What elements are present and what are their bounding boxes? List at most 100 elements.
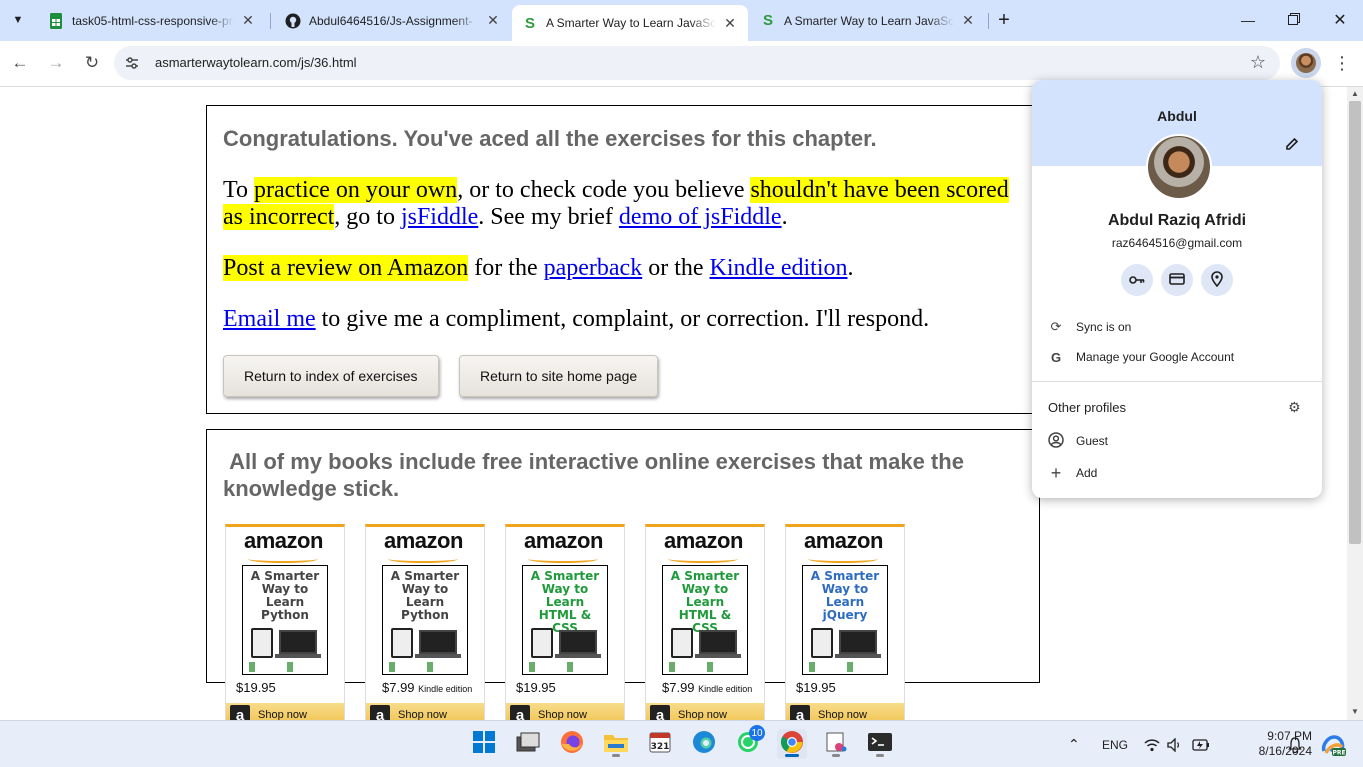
gear-icon[interactable]: ⚙	[1288, 399, 1301, 416]
devices-icon	[391, 626, 461, 660]
book-cover[interactable]: A Smarter Way to Learn Python	[382, 565, 468, 675]
book-cover[interactable]: A Smarter Way to Learn jQuery	[802, 565, 888, 675]
close-icon[interactable]: ✕	[722, 15, 738, 32]
scrollbar-thumb[interactable]	[1349, 101, 1361, 544]
profile-avatar-button[interactable]	[1291, 48, 1321, 78]
sync-row[interactable]: ⟳ Sync is on	[1032, 312, 1322, 342]
back-button[interactable]: ←	[6, 49, 34, 77]
tray-overflow-button[interactable]: ⌃	[1068, 721, 1080, 767]
text: , go to	[334, 204, 401, 230]
tab-smarter-way[interactable]: S A Smarter Way to Learn JavaScr ✕	[750, 6, 986, 35]
amazon-icon: a	[650, 705, 670, 720]
guest-profile-row[interactable]: Guest	[1032, 426, 1322, 456]
book-title: A Smarter Way to Learn Python	[390, 569, 460, 622]
copilot-icon[interactable]: PRE	[1320, 721, 1346, 767]
scroll-up-icon[interactable]: ▲	[1350, 89, 1360, 98]
battery-icon[interactable]	[1192, 721, 1210, 767]
calendar-app-button[interactable]: 321	[645, 729, 675, 759]
jsfiddle-link[interactable]: jsFiddle	[401, 204, 478, 230]
snipping-tool-button[interactable]	[821, 729, 851, 759]
browser-menu-button[interactable]: ⋮	[1330, 49, 1354, 77]
wifi-icon[interactable]	[1144, 721, 1160, 767]
tab-search-button[interactable]: ▼	[6, 8, 30, 32]
amazon-logo: amazon	[524, 528, 603, 553]
edit-pencil-icon[interactable]	[1284, 136, 1302, 154]
vertical-scrollbar[interactable]: ▲ ▼	[1347, 87, 1363, 720]
kindle-edition-link[interactable]: Kindle edition	[710, 255, 848, 281]
text: for the	[468, 255, 544, 281]
shop-now-button[interactable]: a Shop now	[646, 703, 764, 720]
books-heading: All of my books include free interactive…	[223, 448, 1023, 502]
url-text[interactable]: asmarterwaytolearn.com/js/36.html	[155, 55, 357, 70]
add-profile-row[interactable]: + Add	[1032, 458, 1322, 488]
tab-task05[interactable]: task05-html-css-responsive-pro ✕	[38, 6, 266, 35]
close-icon[interactable]: ✕	[960, 12, 976, 29]
congrats-heading: Congratulations. You've aced all the exe…	[223, 126, 877, 151]
google-sheets-icon	[48, 12, 64, 29]
chrome-button[interactable]	[777, 729, 807, 759]
shop-now-label: Shop now	[398, 709, 447, 720]
arrow-left-icon: ←	[11, 53, 29, 72]
notifications-bell-icon[interactable]	[1288, 721, 1302, 767]
book-cover[interactable]: A Smarter Way to Learn HTML & CSS	[522, 565, 608, 675]
tab-title: A Smarter Way to Learn JavaScr	[784, 13, 954, 28]
shop-now-button[interactable]: a Shop now	[366, 703, 484, 720]
task-view-button[interactable]	[513, 729, 543, 759]
site-info-icon[interactable]	[124, 55, 140, 71]
tab-smarter-way-active[interactable]: S A Smarter Way to Learn JavaScr ✕	[512, 5, 748, 41]
tab-strip: ▼ task05-html-css-responsive-pro ✕ Abdul…	[0, 0, 1363, 41]
tab-github[interactable]: Abdul6464516/Js-Assignment- ✕	[275, 6, 511, 35]
whatsapp-button[interactable]: 10	[733, 725, 765, 759]
start-button[interactable]	[469, 729, 499, 759]
location-pin-icon	[1211, 270, 1223, 290]
addresses-button[interactable]	[1201, 264, 1233, 296]
book-ad[interactable]: amazon A Smarter Way to Learn HTML & CSS…	[645, 524, 765, 720]
new-tab-button[interactable]: +	[992, 8, 1016, 32]
payment-methods-button[interactable]	[1161, 264, 1193, 296]
account-circle-icon	[1048, 431, 1064, 451]
return-home-button[interactable]: Return to site home page	[459, 355, 659, 397]
firefox-icon	[560, 730, 584, 759]
amazon-icon: a	[790, 705, 810, 720]
running-indicator	[832, 754, 840, 757]
bookmark-star-icon[interactable]: ☆	[1250, 52, 1266, 73]
paperback-link[interactable]: paperback	[544, 255, 643, 281]
notification-badge: 10	[749, 725, 765, 741]
amazon-smile-icon	[808, 555, 878, 563]
chevron-up-icon: ⌃	[1068, 736, 1080, 752]
reload-button[interactable]: ↻	[78, 49, 106, 77]
shop-now-button[interactable]: a Shop now	[226, 703, 344, 720]
return-index-button[interactable]: Return to index of exercises	[223, 355, 439, 397]
book-ad[interactable]: amazon A Smarter Way to Learn HTML & CSS…	[505, 524, 625, 720]
minimize-button[interactable]: —	[1225, 0, 1271, 40]
close-icon[interactable]: ✕	[485, 12, 501, 29]
book-cover[interactable]: A Smarter Way to Learn HTML & CSS	[662, 565, 748, 675]
edge-button[interactable]	[689, 729, 719, 759]
book-ad[interactable]: amazon A Smarter Way to Learn Python $19…	[225, 524, 345, 720]
file-explorer-button[interactable]	[601, 729, 631, 759]
book-ad[interactable]: amazon A Smarter Way to Learn Python $7.…	[365, 524, 485, 720]
demo-jsfiddle-link[interactable]: demo of jsFiddle	[619, 204, 782, 230]
github-icon	[285, 13, 301, 29]
devices-icon	[671, 626, 741, 660]
book-cover[interactable]: A Smarter Way to Learn Python	[242, 565, 328, 675]
volume-icon[interactable]	[1167, 721, 1183, 767]
terminal-button[interactable]	[865, 729, 895, 759]
language-indicator[interactable]: ENG	[1102, 721, 1128, 767]
passwords-button[interactable]	[1121, 264, 1153, 296]
manage-account-row[interactable]: G Manage your Google Account	[1032, 342, 1322, 372]
shop-now-button[interactable]: a Shop now	[786, 703, 904, 720]
close-icon[interactable]: ✕	[240, 12, 256, 29]
shop-now-button[interactable]: a Shop now	[506, 703, 624, 720]
amazon-smile-icon	[248, 555, 318, 563]
more-vert-icon: ⋮	[1333, 52, 1351, 73]
restore-button[interactable]	[1271, 0, 1317, 40]
scroll-down-icon[interactable]: ▼	[1350, 707, 1360, 716]
close-window-button[interactable]: ✕	[1317, 0, 1363, 40]
forward-button[interactable]: →	[42, 49, 70, 77]
address-bar[interactable]: asmarterwaytolearn.com/js/36.html ☆	[114, 46, 1280, 80]
tab-title: Abdul6464516/Js-Assignment-	[309, 13, 473, 28]
book-ad[interactable]: amazon A Smarter Way to Learn jQuery $19…	[785, 524, 905, 720]
email-me-link[interactable]: Email me	[223, 306, 316, 332]
firefox-button[interactable]	[557, 729, 587, 759]
